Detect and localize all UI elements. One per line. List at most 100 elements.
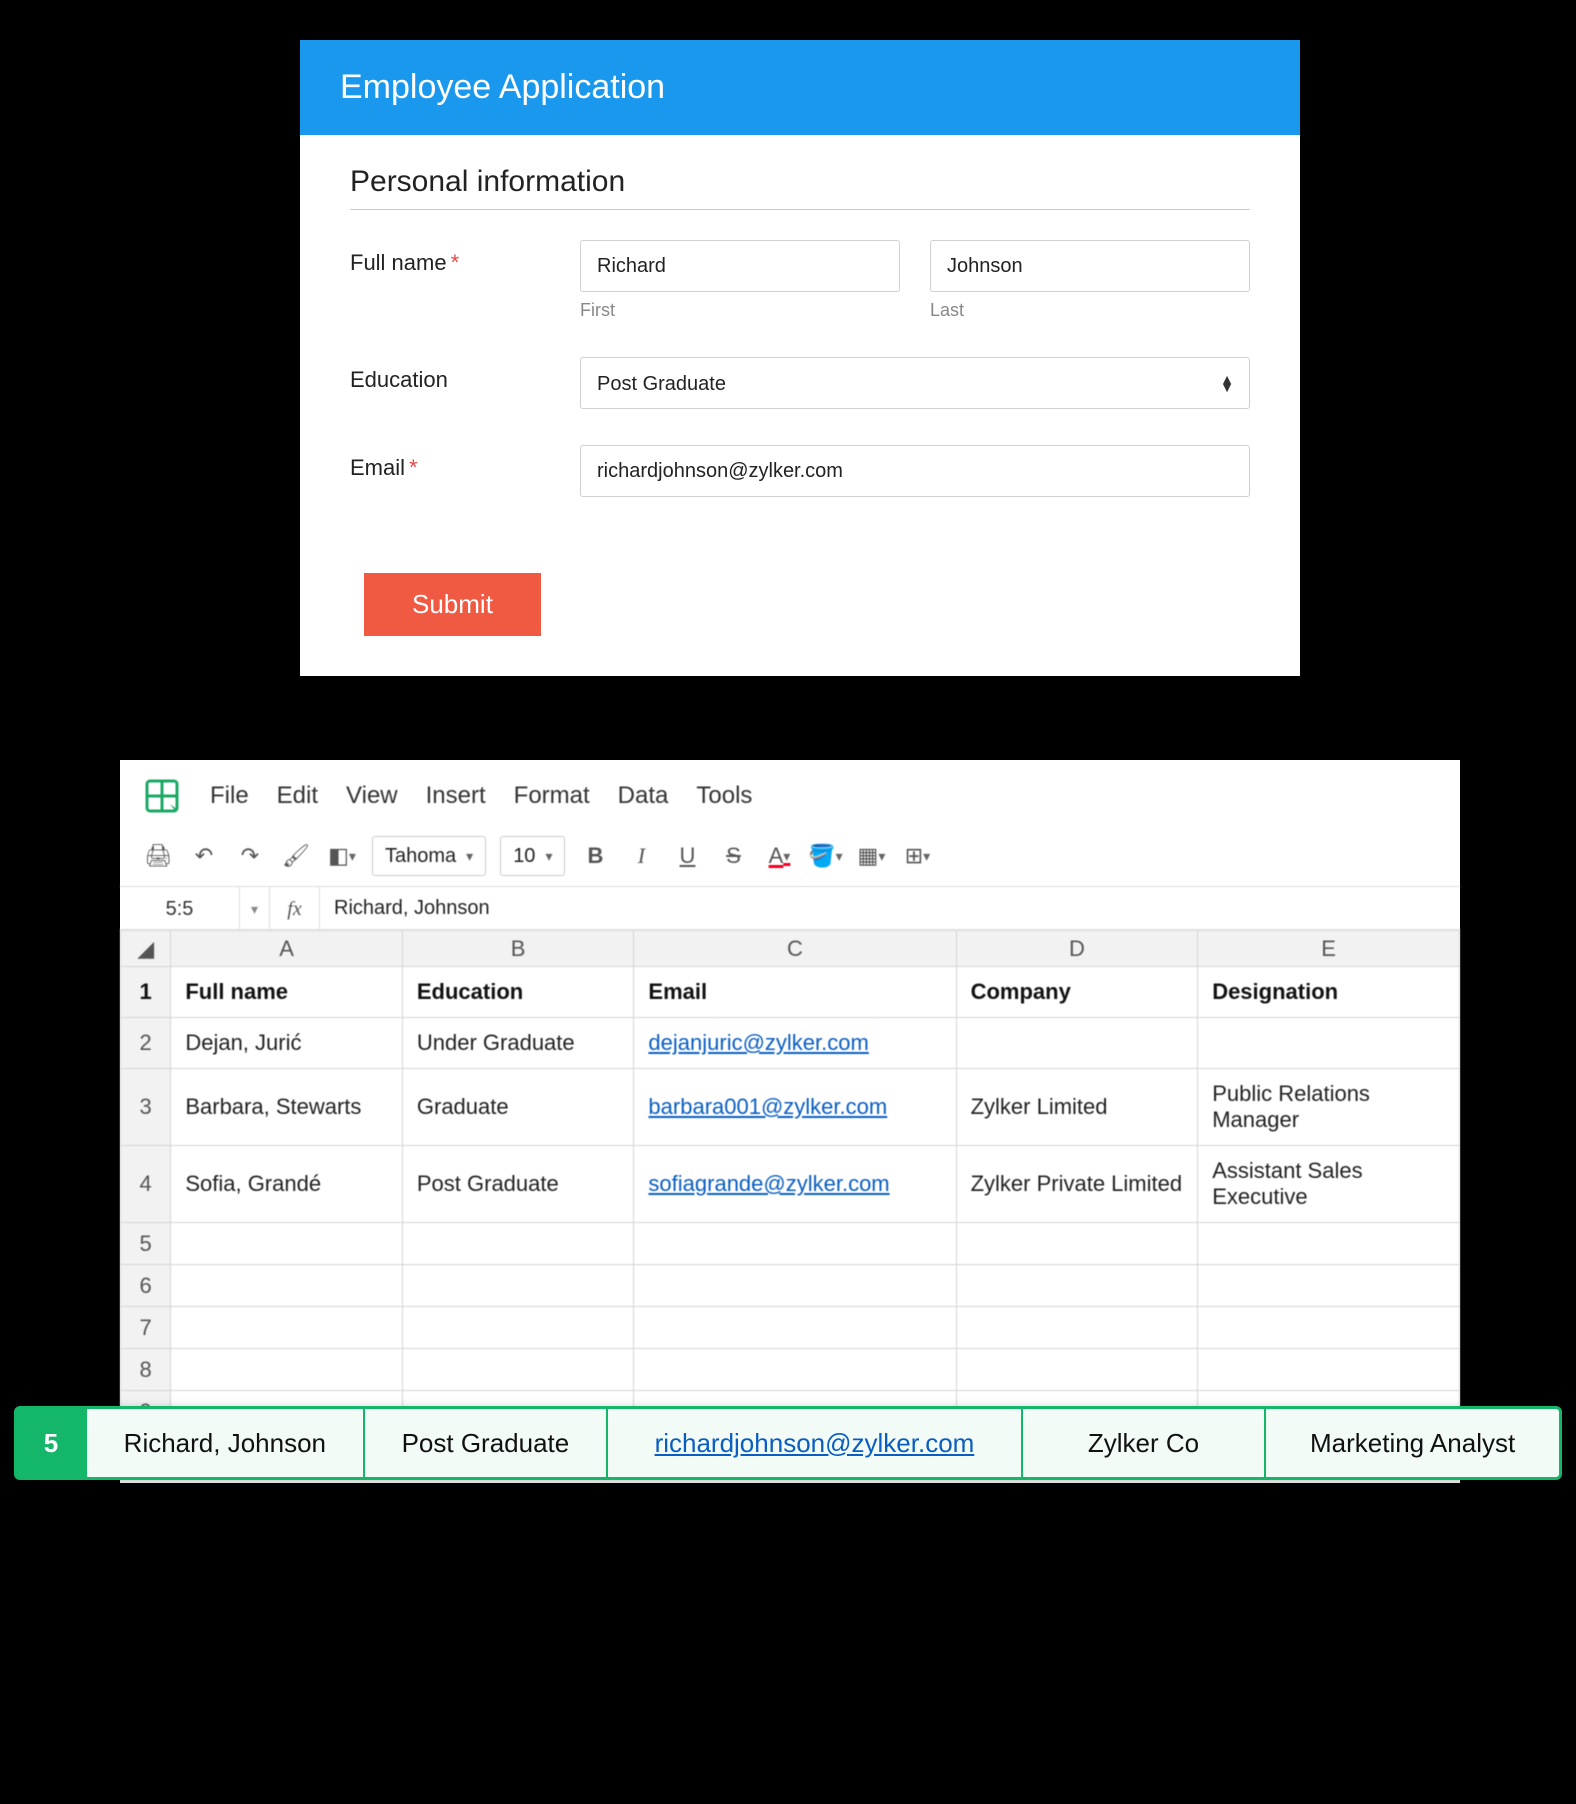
- field-full-name: Full name* First Last: [350, 240, 1250, 321]
- cell[interactable]: barbara001@zylker.com: [634, 1069, 956, 1146]
- header-designation[interactable]: Designation: [1198, 967, 1460, 1018]
- cell[interactable]: [1198, 1018, 1460, 1069]
- row-header-7[interactable]: 7: [121, 1307, 171, 1349]
- cell[interactable]: [402, 1307, 634, 1349]
- font-family-select[interactable]: Tahoma▾: [372, 836, 486, 876]
- row-header-1[interactable]: 1: [121, 967, 171, 1018]
- header-email[interactable]: Email: [634, 967, 956, 1018]
- cell[interactable]: [634, 1265, 956, 1307]
- sheet-logo-icon: [142, 776, 182, 816]
- email-link[interactable]: dejanjuric@zylker.com: [648, 1030, 868, 1055]
- table-row: 4 Sofia, Grandé Post Graduate sofiagrand…: [121, 1146, 1460, 1223]
- spreadsheet-grid: ◢ A B C D E 1 Full name Education Email …: [120, 930, 1460, 1475]
- cell[interactable]: [1198, 1307, 1460, 1349]
- cell[interactable]: [402, 1265, 634, 1307]
- cell[interactable]: [1198, 1349, 1460, 1391]
- cell[interactable]: Dejan, Jurić: [171, 1018, 403, 1069]
- row-header-6[interactable]: 6: [121, 1265, 171, 1307]
- font-size-select[interactable]: 10▾: [500, 836, 565, 876]
- cell[interactable]: [1198, 1223, 1460, 1265]
- cell[interactable]: Zylker Private Limited: [956, 1146, 1198, 1223]
- menu-file[interactable]: File: [210, 782, 249, 810]
- cell[interactable]: Under Graduate: [402, 1018, 634, 1069]
- borders-button[interactable]: ▦▾: [855, 840, 887, 872]
- header-company[interactable]: Company: [956, 967, 1198, 1018]
- font-color-button[interactable]: A▾: [763, 840, 795, 872]
- strikethrough-button[interactable]: S: [717, 840, 749, 872]
- submit-button[interactable]: Submit: [364, 573, 541, 636]
- row-header-4[interactable]: 4: [121, 1146, 171, 1223]
- undo-icon[interactable]: ↶: [188, 840, 220, 872]
- cell[interactable]: [402, 1349, 634, 1391]
- col-header-A[interactable]: A: [171, 931, 403, 967]
- row-header-8[interactable]: 8: [121, 1349, 171, 1391]
- cell[interactable]: dejanjuric@zylker.com: [634, 1018, 956, 1069]
- col-header-C[interactable]: C: [634, 931, 956, 967]
- cell[interactable]: sofiagrande@zylker.com: [634, 1146, 956, 1223]
- cell[interactable]: Sofia, Grandé: [171, 1146, 403, 1223]
- print-icon[interactable]: 🖨: [142, 840, 174, 872]
- cell[interactable]: [634, 1223, 956, 1265]
- cell[interactable]: [956, 1265, 1198, 1307]
- cell[interactable]: Graduate: [402, 1069, 634, 1146]
- hl-email-link[interactable]: richardjohnson@zylker.com: [655, 1428, 975, 1459]
- cell[interactable]: [1198, 1265, 1460, 1307]
- row-header-3[interactable]: 3: [121, 1069, 171, 1146]
- merge-button[interactable]: ⊞▾: [901, 840, 933, 872]
- field-email: Email*: [350, 445, 1250, 497]
- field-education: Education Post Graduate ▲▼: [350, 357, 1250, 409]
- cell[interactable]: [171, 1307, 403, 1349]
- education-select[interactable]: Post Graduate: [580, 357, 1250, 409]
- cell[interactable]: [956, 1018, 1198, 1069]
- row-header-2[interactable]: 2: [121, 1018, 171, 1069]
- header-education[interactable]: Education: [402, 967, 634, 1018]
- menu-insert[interactable]: Insert: [426, 782, 486, 810]
- cell-ref-dropdown-icon[interactable]: ▾: [240, 887, 270, 929]
- italic-button[interactable]: I: [625, 840, 657, 872]
- underline-button[interactable]: U: [671, 840, 703, 872]
- cell[interactable]: [956, 1307, 1198, 1349]
- cell-reference-box[interactable]: 5:5: [120, 887, 240, 929]
- header-full-name[interactable]: Full name: [171, 967, 403, 1018]
- table-row: 7: [121, 1307, 1460, 1349]
- menu-view[interactable]: View: [346, 782, 398, 810]
- menu-data[interactable]: Data: [618, 782, 669, 810]
- email-input[interactable]: [580, 445, 1250, 497]
- row-header-5[interactable]: 5: [121, 1223, 171, 1265]
- cell[interactable]: [956, 1223, 1198, 1265]
- bold-button[interactable]: B: [579, 840, 611, 872]
- menu-tools[interactable]: Tools: [696, 782, 752, 810]
- formula-input[interactable]: Richard, Johnson: [320, 897, 1460, 920]
- cell[interactable]: [171, 1265, 403, 1307]
- select-all-corner[interactable]: ◢: [121, 931, 171, 967]
- clear-format-icon[interactable]: ◧▾: [326, 840, 358, 872]
- fx-icon[interactable]: fx: [270, 887, 320, 929]
- cell[interactable]: Zylker Limited: [956, 1069, 1198, 1146]
- hl-row-number: 5: [17, 1409, 87, 1477]
- cell[interactable]: Post Graduate: [402, 1146, 634, 1223]
- redo-icon[interactable]: ↷: [234, 840, 266, 872]
- format-painter-icon[interactable]: 🖌: [280, 840, 312, 872]
- cell[interactable]: [956, 1349, 1198, 1391]
- cell[interactable]: Barbara, Stewarts: [171, 1069, 403, 1146]
- col-header-E[interactable]: E: [1198, 931, 1460, 967]
- first-name-input[interactable]: [580, 240, 900, 292]
- cell[interactable]: [402, 1223, 634, 1265]
- menu-edit[interactable]: Edit: [277, 782, 318, 810]
- cell[interactable]: [634, 1307, 956, 1349]
- cell[interactable]: [171, 1349, 403, 1391]
- cell[interactable]: Assistant Sales Executive: [1198, 1146, 1460, 1223]
- col-header-D[interactable]: D: [956, 931, 1198, 967]
- menu-format[interactable]: Format: [514, 782, 590, 810]
- form-section-title: Personal information: [350, 165, 1250, 210]
- col-header-B[interactable]: B: [402, 931, 634, 967]
- email-link[interactable]: barbara001@zylker.com: [648, 1094, 887, 1119]
- employee-form-card: Employee Application Personal informatio…: [300, 40, 1300, 676]
- last-sublabel: Last: [930, 300, 1250, 321]
- email-link[interactable]: sofiagrande@zylker.com: [648, 1171, 889, 1196]
- cell[interactable]: Public Relations Manager: [1198, 1069, 1460, 1146]
- cell[interactable]: [171, 1223, 403, 1265]
- last-name-input[interactable]: [930, 240, 1250, 292]
- cell[interactable]: [634, 1349, 956, 1391]
- fill-color-button[interactable]: 🪣▾: [809, 840, 841, 872]
